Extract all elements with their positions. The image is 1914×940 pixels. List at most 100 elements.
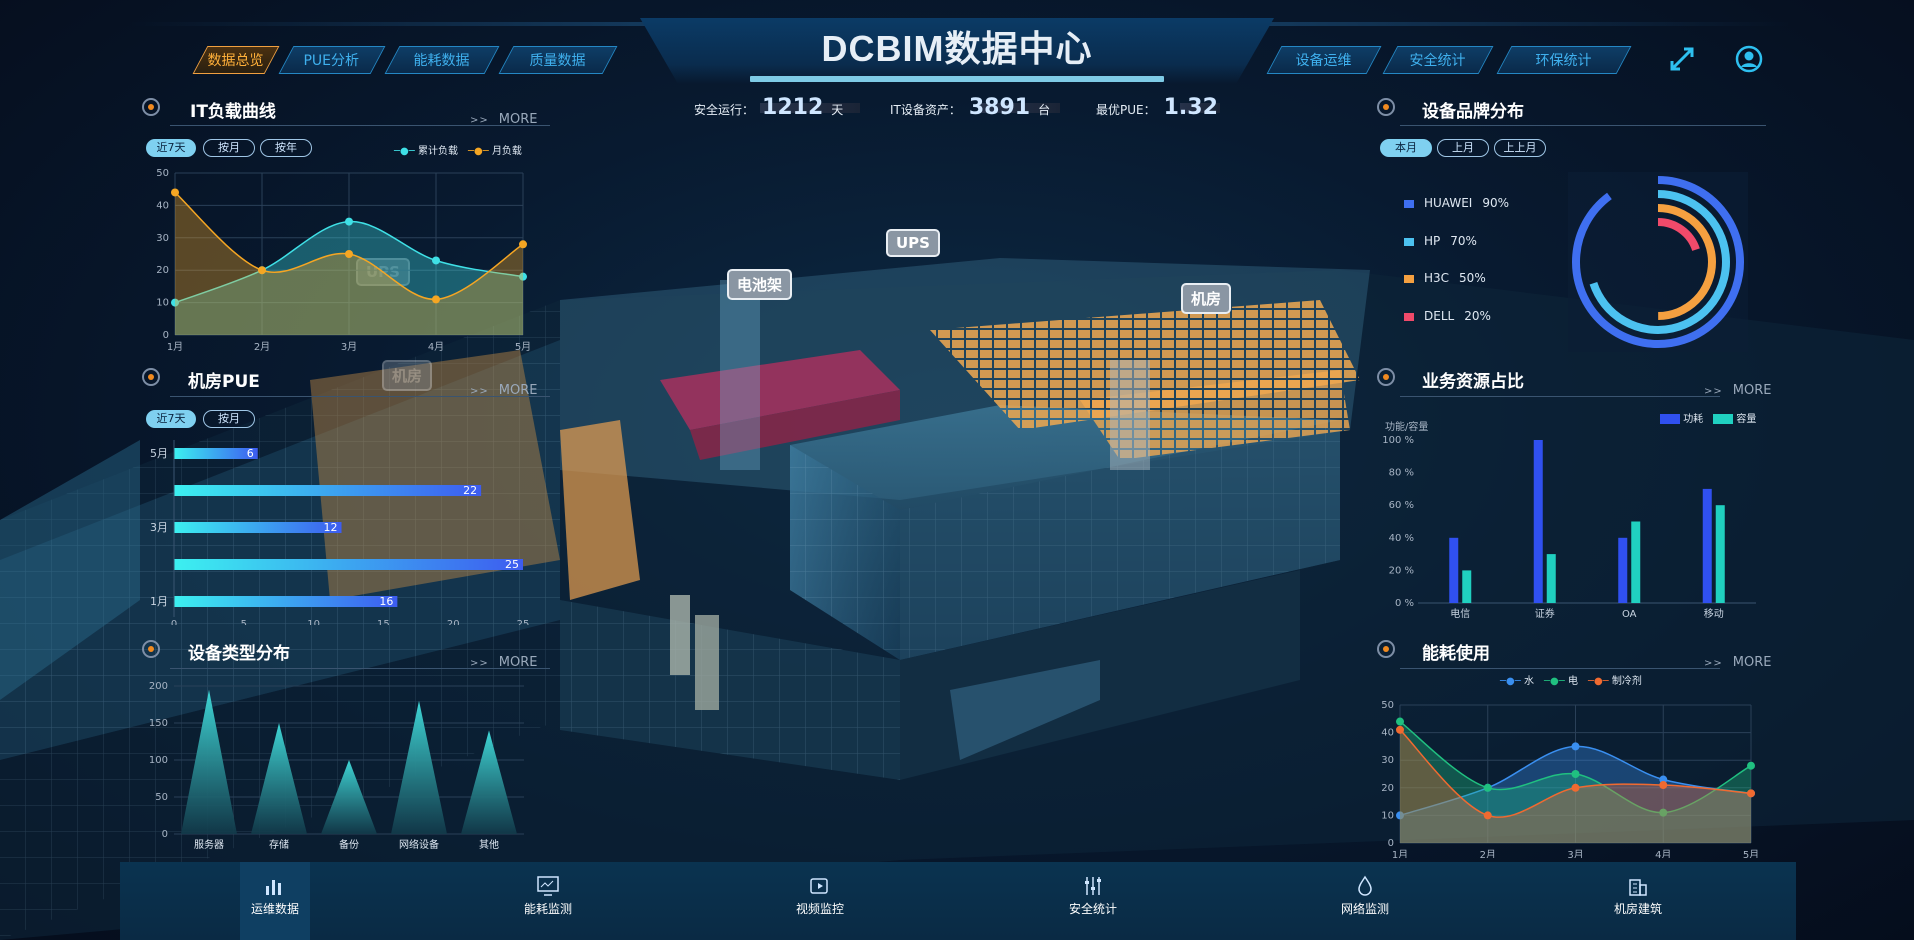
legend-label: HP <box>1424 233 1441 248</box>
panel-title-it-load: IT负载曲线 <box>190 102 276 122</box>
tab-label: 设备运维 <box>1295 53 1352 69</box>
x-tick-label: 1月 <box>167 341 183 353</box>
y-tick-label: 1月 <box>150 595 168 608</box>
panel-title-device-type: 设备类型分布 <box>188 644 290 664</box>
expand-icon[interactable] <box>1668 45 1696 73</box>
legend-value: 50% <box>1459 271 1486 285</box>
nav-item-label: 网络监测 <box>1340 902 1389 916</box>
more-arrows: >> <box>470 386 489 397</box>
filter-by-month[interactable]: 按月 <box>203 410 255 428</box>
user-icon[interactable] <box>1734 44 1764 74</box>
filter-7days[interactable]: 近7天 <box>146 410 196 428</box>
x-tick-label: 4月 <box>1655 849 1671 858</box>
bar <box>1631 521 1641 603</box>
more-label: MORE <box>1732 655 1772 670</box>
panel-title-energy: 能耗使用 <box>1422 644 1490 664</box>
data-point <box>1747 761 1755 770</box>
y-tick-label: 50 <box>1381 700 1394 711</box>
bar <box>1715 505 1725 603</box>
tab-pue[interactable]: PUE分析 <box>278 46 386 74</box>
x-tick-label: OA <box>1622 609 1637 620</box>
data-point <box>1571 742 1580 751</box>
nav-item-3[interactable]: 视频监控 <box>785 862 855 940</box>
panel-title-pue: 机房PUE <box>188 372 260 392</box>
nav-item-2[interactable]: 能耗监测 <box>513 862 583 940</box>
stat-label: IT设备资产： <box>890 103 961 117</box>
more-link-pue[interactable]: >> MORE <box>470 383 537 398</box>
panel-bullet-icon <box>142 98 160 116</box>
pue-chart: 6 5月 22 12 3月 25 16 1月 0 5 10 15 20 25 <box>150 440 529 625</box>
video-icon <box>785 874 855 900</box>
filter-7days[interactable]: 近7天 <box>146 139 196 157</box>
title-underline <box>750 76 1164 82</box>
legend-label: 水 <box>1523 676 1534 687</box>
filter-this-month[interactable]: 本月 <box>1380 139 1432 157</box>
tab-overview[interactable]: 数据总览 <box>192 46 280 74</box>
data-point <box>1659 781 1668 790</box>
nav-item-label: 机房建筑 <box>1613 902 1662 916</box>
more-label: MORE <box>498 112 538 127</box>
tab-security[interactable]: 安全统计 <box>1382 46 1494 74</box>
bottom-nav <box>120 862 1796 940</box>
legend-label: HUAWEI <box>1424 196 1473 210</box>
x-tick-label: 5月 <box>515 341 531 353</box>
x-tick-label: 0 <box>171 619 177 625</box>
panel-bullet-icon <box>142 640 160 658</box>
bar <box>1462 570 1472 603</box>
tab-quality[interactable]: 质量数据 <box>498 46 618 74</box>
legend-item: ─●─ 电 <box>1543 676 1578 687</box>
tab-label: 质量数据 <box>529 53 586 69</box>
y-tick-label: 100 % <box>1382 435 1414 446</box>
x-tick-label: 2月 <box>1480 849 1496 858</box>
filter-by-year[interactable]: 按年 <box>260 139 312 157</box>
tab-device-ops[interactable]: 设备运维 <box>1266 46 1382 74</box>
legend-label: 容量 <box>1736 414 1757 425</box>
data-point <box>1483 811 1492 820</box>
y-tick-label: 30 <box>156 233 169 244</box>
tab-environment[interactable]: 环保统计 <box>1496 46 1632 74</box>
x-tick-label: 证券 <box>1535 607 1555 620</box>
filter-last-month[interactable]: 上月 <box>1437 139 1489 157</box>
y-tick-label: 3月 <box>150 521 168 534</box>
panel-bullet-icon <box>1377 98 1395 116</box>
more-link-device-type[interactable]: >> MORE <box>470 655 537 670</box>
bar <box>1546 554 1556 603</box>
scene-label-ups[interactable]: UPS <box>886 229 940 257</box>
y-tick-label: 0 <box>163 330 169 341</box>
scene-label-room[interactable]: 机房 <box>1181 283 1232 314</box>
more-label: MORE <box>1732 383 1772 398</box>
more-link-it-load[interactable]: >> MORE <box>470 112 537 127</box>
nav-item-1[interactable]: 运维数据 <box>240 862 310 940</box>
y-tick-label: 10 <box>156 298 169 309</box>
filter-month-before-last[interactable]: 上上月 <box>1494 139 1546 157</box>
tab-energy[interactable]: 能耗数据 <box>384 46 500 74</box>
legend-label: 制冷剂 <box>1611 676 1642 687</box>
more-link-business[interactable]: >> MORE <box>1704 383 1771 398</box>
data-point <box>519 240 527 249</box>
bar-value-label: 16 <box>379 595 393 608</box>
tab-label: 安全统计 <box>1409 53 1466 69</box>
legend-item: ─●─ 月负载 <box>467 146 522 157</box>
x-tick-label: 其他 <box>479 838 499 851</box>
nav-item-5[interactable]: 网络监测 <box>1330 862 1400 940</box>
brand-legend-item: HUAWEI 90% <box>1404 196 1509 234</box>
data-point <box>1396 725 1404 734</box>
legend-label: H3C <box>1424 271 1450 285</box>
dashboard-root: DCBIM数据中心 数据总览 PUE分析 能耗数据 质量数据 设备运维 安全统计… <box>0 0 1914 940</box>
panel-underline <box>1400 668 1720 669</box>
more-arrows: >> <box>470 115 489 126</box>
filter-by-month[interactable]: 按月 <box>203 139 255 157</box>
scene-label-battery[interactable]: 电池架 <box>727 269 793 300</box>
drop-icon <box>1330 874 1400 900</box>
stat-label: 安全运行： <box>694 103 755 117</box>
y-tick-label: 0 % <box>1395 598 1414 609</box>
data-point <box>1571 783 1580 792</box>
business-legend: 功耗 容量 <box>1660 410 1756 425</box>
legend-label: 累计负载 <box>417 146 458 157</box>
data-point <box>171 188 179 197</box>
nav-item-6[interactable]: 机房建筑 <box>1603 862 1673 940</box>
sliders-icon <box>1058 874 1128 900</box>
nav-item-4[interactable]: 安全统计 <box>1058 862 1128 940</box>
legend-item: ─●─ 制冷剂 <box>1587 676 1642 687</box>
more-link-energy[interactable]: >> MORE <box>1704 655 1771 670</box>
